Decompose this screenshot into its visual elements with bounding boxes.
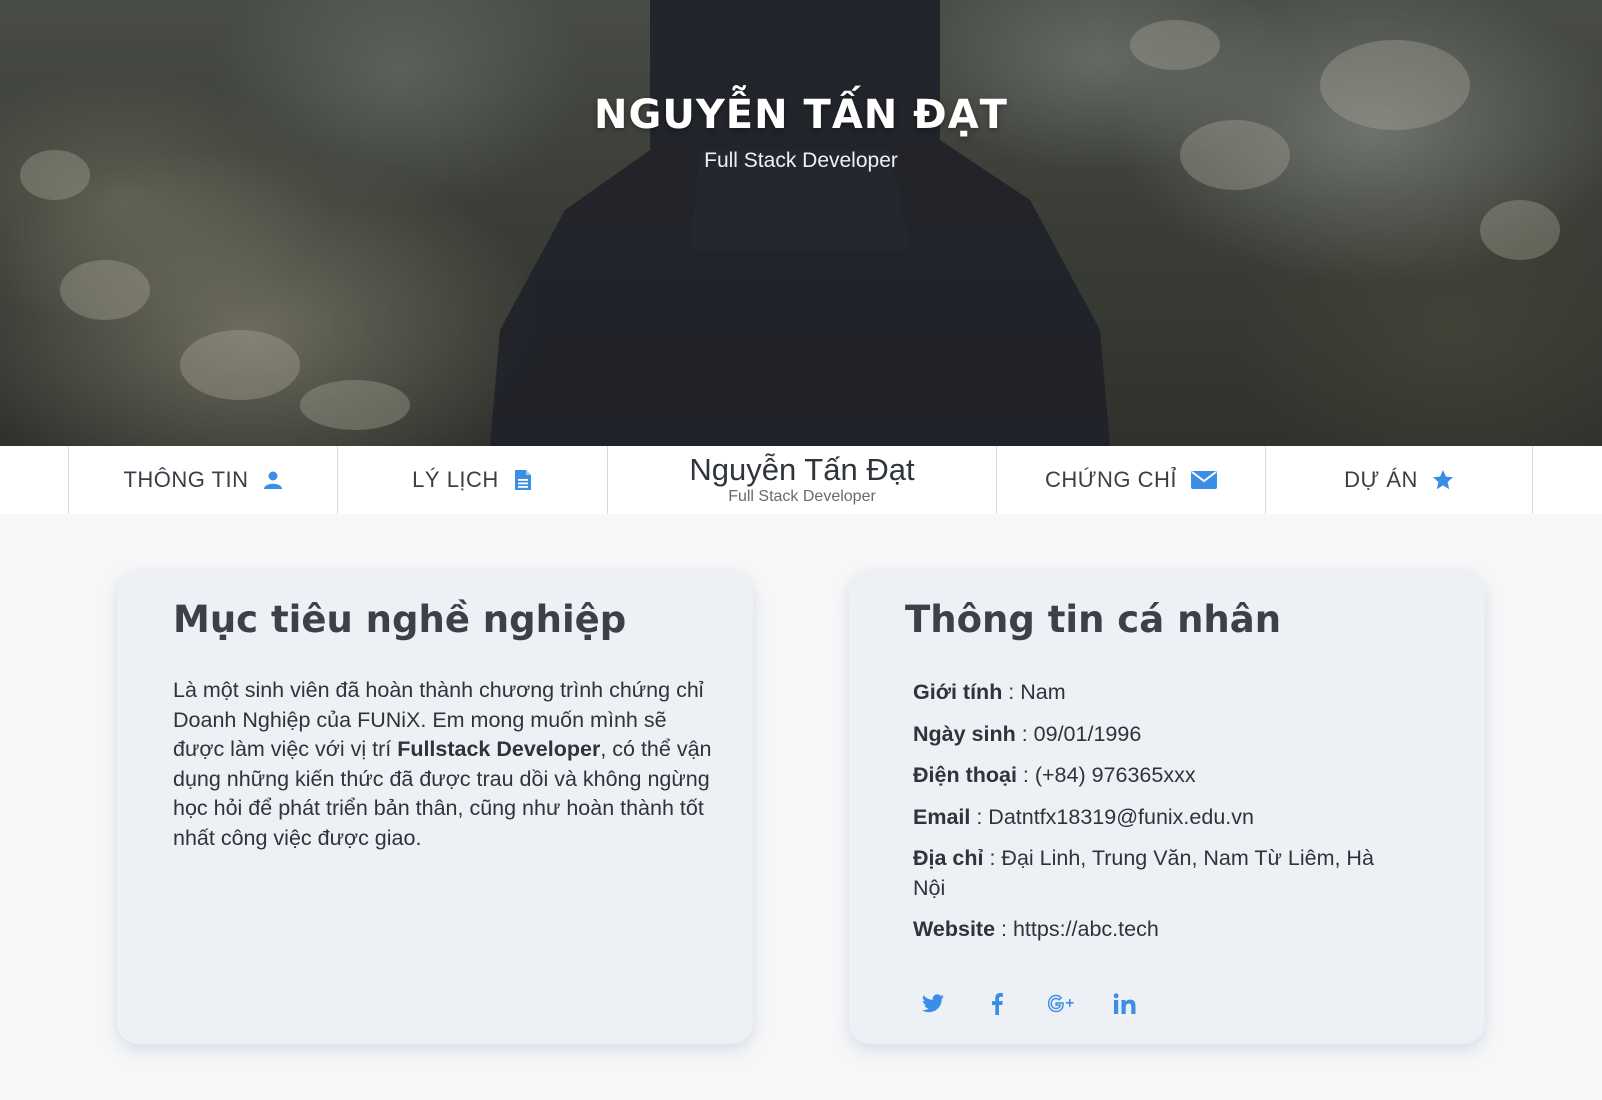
nav-label: LÝ LỊCH (412, 467, 499, 492)
info-value: : (+84) 976365xxx (1016, 763, 1196, 787)
hero-name: NGUYỄN TẤN ĐẠT (594, 92, 1008, 138)
envelope-icon (1191, 471, 1218, 489)
career-objective-title: Mục tiêu nghề nghiệp (173, 598, 627, 641)
info-address: Địa chỉ : Đại Linh, Trung Văn, Nam Từ Li… (913, 844, 1383, 903)
info-website: Website : https://abc.tech (913, 915, 1383, 945)
info-birthday: Ngày sinh : 09/01/1996 (913, 720, 1383, 750)
info-label: Website (913, 917, 996, 941)
career-objective-text: Là một sinh viên đã hoàn thành chương tr… (173, 676, 713, 853)
main-nav: THÔNG TIN LÝ LỊCH Nguyễn Tấn Đạt Full St… (0, 446, 1602, 514)
document-icon (513, 469, 533, 491)
nav-item-ly-lich[interactable]: LÝ LỊCH (337, 446, 607, 514)
info-value: : Nam (1002, 680, 1066, 704)
personal-info-title: Thông tin cá nhân (905, 598, 1282, 641)
hero-role: Full Stack Developer (704, 149, 898, 172)
brand-name: Nguyễn Tấn Đạt (689, 452, 915, 487)
info-gender: Giới tính : Nam (913, 678, 1383, 708)
nav-item-du-an[interactable]: DỰ ÁN (1265, 446, 1532, 514)
info-phone: Điện thoại : (+84) 976365xxx (913, 761, 1383, 791)
info-email: Email : Datntfx18319@funix.edu.vn (913, 803, 1383, 833)
nav-label: CHỨNG CHỈ (1044, 467, 1178, 492)
social-links (919, 990, 1139, 1018)
info-value: : Datntfx18319@funix.edu.vn (970, 804, 1254, 829)
nav-item-chung-chi[interactable]: CHỨNG CHỈ (996, 446, 1265, 514)
nav-item-thong-tin[interactable]: THÔNG TIN (68, 446, 337, 514)
nav-label: THÔNG TIN (123, 467, 249, 492)
user-icon (263, 470, 283, 490)
star-icon (1432, 469, 1454, 491)
brand-role: Full Stack Developer (728, 488, 876, 505)
info-label: Giới tính (913, 680, 1003, 704)
twitter-icon[interactable] (919, 990, 947, 1018)
hero-overlay (0, 0, 1602, 446)
info-label: Địa chỉ (913, 846, 984, 870)
career-objective-card: Mục tiêu nghề nghiệp Là một sinh viên đã… (117, 572, 753, 1044)
info-label: Email (913, 804, 971, 829)
google-plus-icon[interactable] (1047, 990, 1075, 1018)
nav-label: DỰ ÁN (1344, 467, 1418, 492)
facebook-icon[interactable] (983, 990, 1011, 1018)
info-label: Điện thoại (913, 763, 1017, 787)
objective-highlight: Fullstack Developer (397, 737, 601, 761)
info-value: : https://abc.tech (995, 917, 1159, 941)
nav-brand[interactable]: Nguyễn Tấn Đạt Full Stack Developer (607, 446, 996, 514)
personal-info-list: Giới tính : Nam Ngày sinh : 09/01/1996 Đ… (913, 678, 1383, 957)
info-value: : 09/01/1996 (1015, 721, 1142, 746)
hero-banner: NGUYỄN TẤN ĐẠT Full Stack Developer (0, 0, 1602, 446)
nav-divider (1532, 446, 1533, 514)
personal-info-card: Thông tin cá nhân Giới tính : Nam Ngày s… (849, 572, 1485, 1044)
info-label: Ngày sinh (913, 721, 1016, 746)
linkedin-icon[interactable] (1111, 990, 1139, 1018)
